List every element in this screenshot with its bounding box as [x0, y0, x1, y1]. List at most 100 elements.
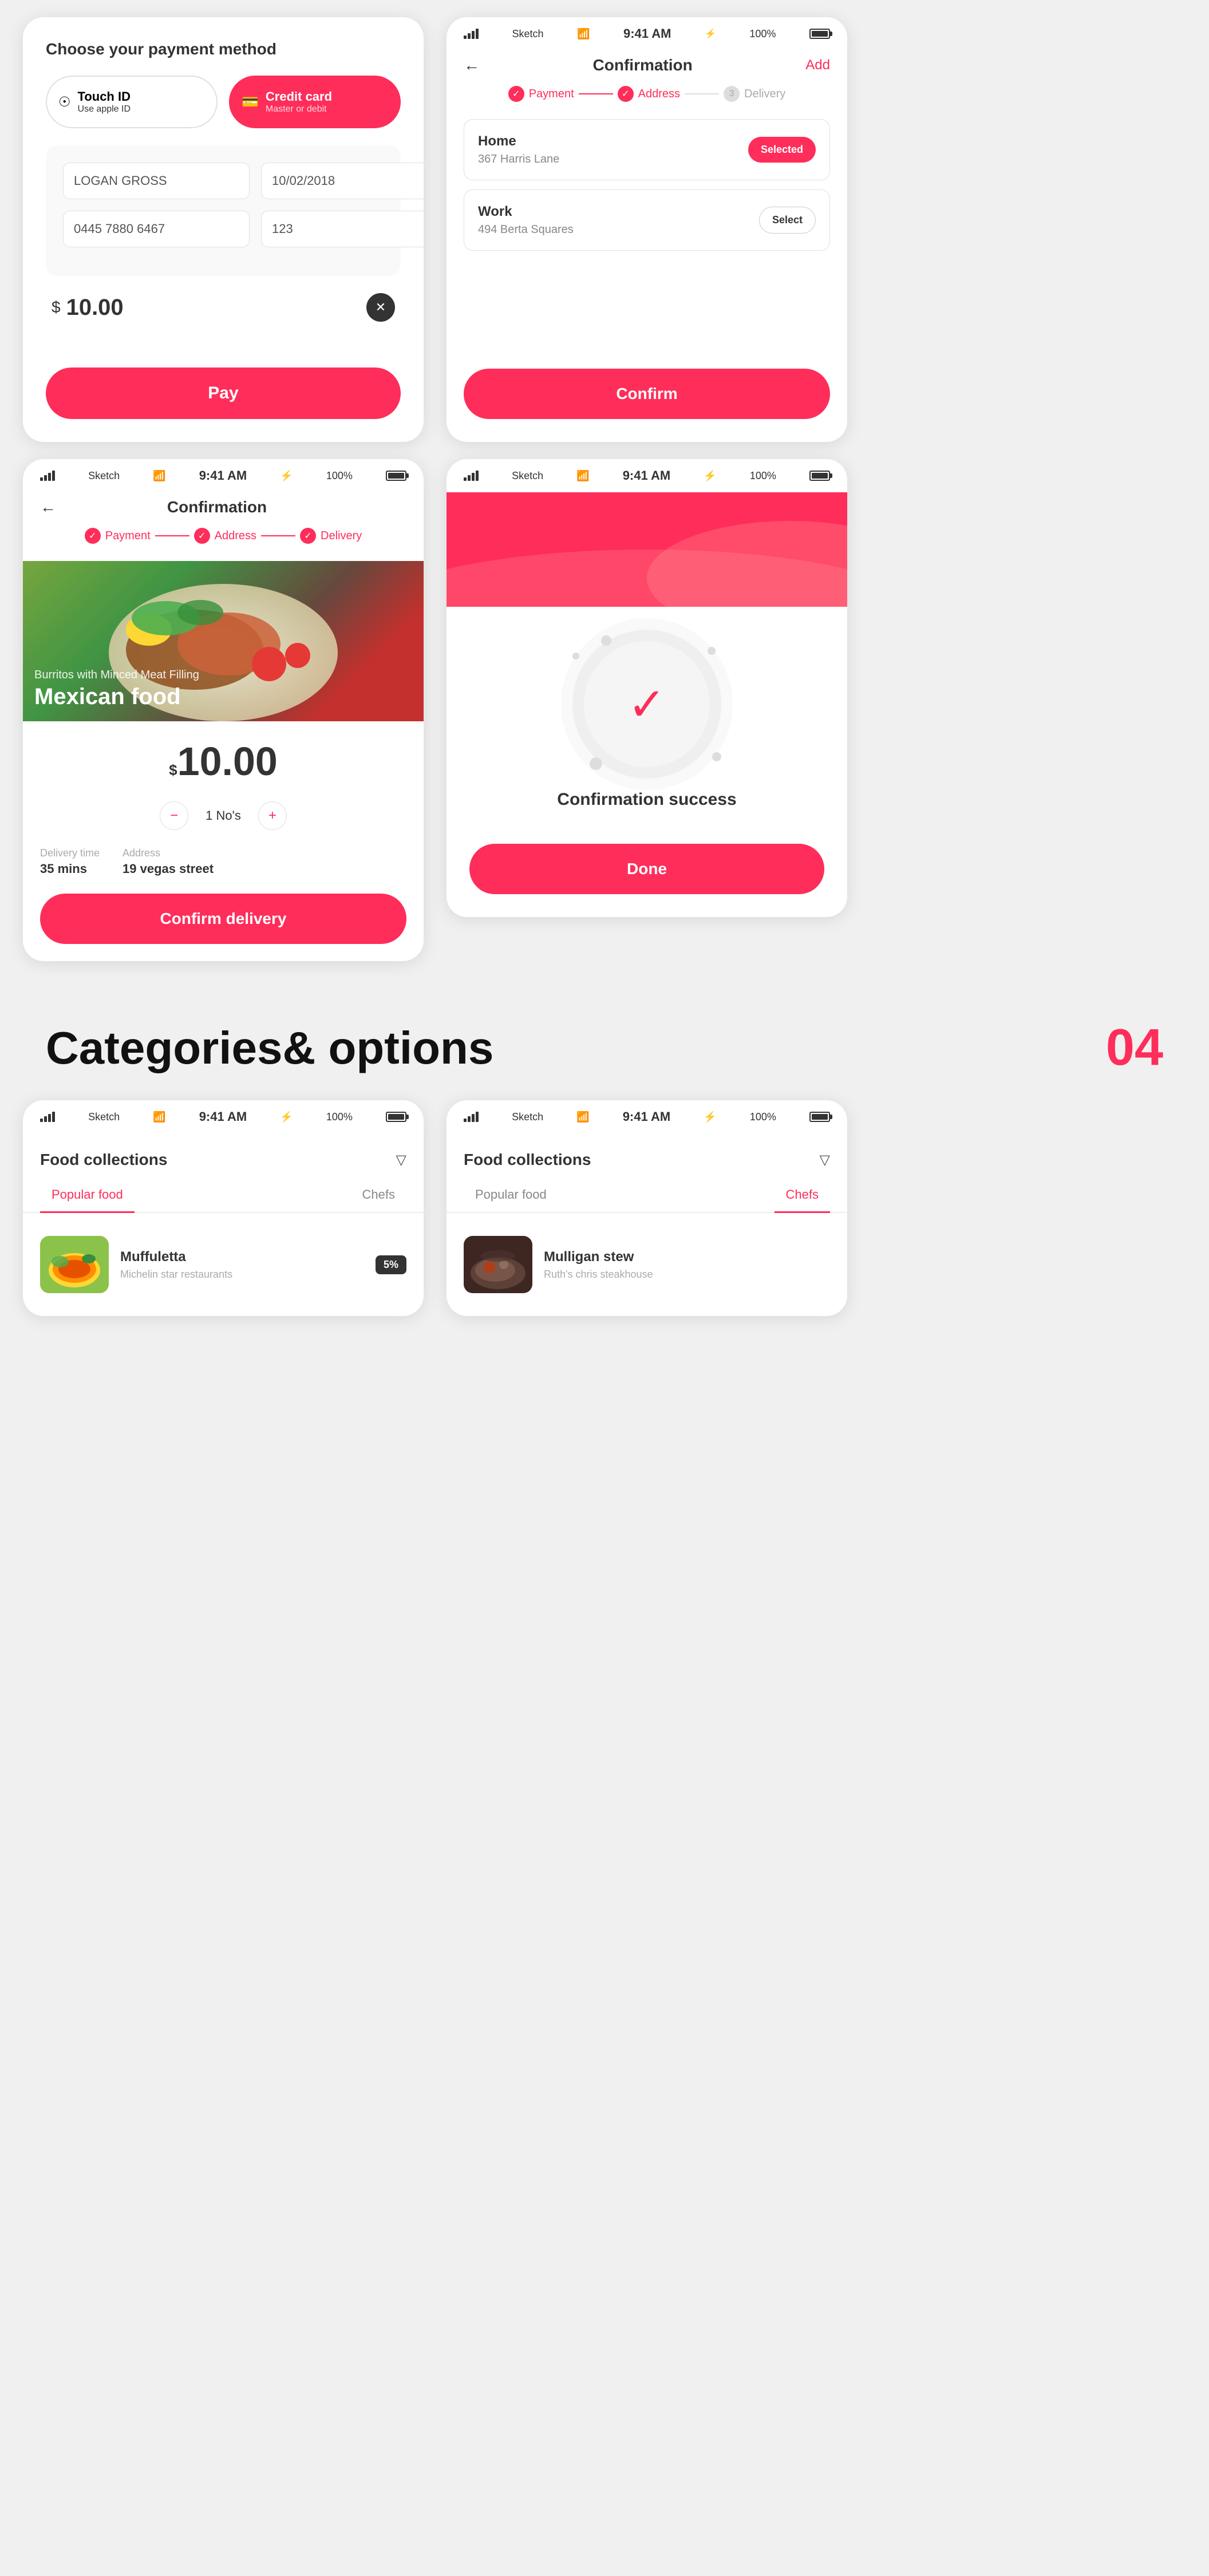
- address-home-item: Home 367 Harris Lane Selected: [464, 119, 830, 180]
- touch-id-button[interactable]: ☉ Touch ID Use apple ID: [46, 76, 218, 128]
- card-icon: 💳: [242, 94, 259, 110]
- bat-4: 100%: [326, 1111, 353, 1123]
- tab-chefs-right[interactable]: Chefs: [775, 1178, 830, 1213]
- delivery-time-item: Delivery time 35 mins: [40, 847, 100, 876]
- touch-id-info: Touch ID Use apple ID: [78, 89, 131, 114]
- address-step-label: Address: [638, 88, 680, 101]
- signal-bar-2: [468, 33, 471, 39]
- done-button[interactable]: Done: [469, 844, 824, 894]
- step-delivery: 3 Delivery: [724, 86, 785, 102]
- sb1-4: [40, 1119, 43, 1122]
- cardholder-name-input[interactable]: [63, 163, 250, 199]
- mulligan-thumb: [464, 1236, 532, 1293]
- signal-bars-4: [40, 1112, 55, 1122]
- muffuletta-thumb: [40, 1236, 109, 1293]
- sb4-3: [476, 471, 479, 481]
- food-collection-phone-left: Sketch 📶 9:41 AM ⚡ 100% Food collections…: [23, 1100, 424, 1316]
- food-details: $ 10.00 − 1 No's + Delivery time 35 mins…: [23, 721, 424, 961]
- confirm-delivery-button[interactable]: Confirm delivery: [40, 894, 406, 944]
- bluetooth-3: ⚡: [704, 470, 716, 482]
- battery-fill: [812, 31, 828, 37]
- sb2-4: [44, 1116, 47, 1122]
- status-time: 9:41 AM: [623, 26, 671, 41]
- dot-1: [601, 635, 611, 646]
- success-body: ✓ Confirmation success Done: [447, 607, 847, 917]
- status-bar-2: Sketch 📶 9:41 AM ⚡ 100%: [23, 459, 424, 492]
- payment-label-2: Payment: [105, 530, 151, 543]
- dot-3: [590, 757, 602, 770]
- delivery-check: 3: [724, 86, 740, 102]
- wifi-4: 📶: [153, 1111, 165, 1123]
- price-row: $ 10.00 ✕: [46, 293, 401, 322]
- tab-popular-food-left[interactable]: Popular food: [40, 1178, 135, 1213]
- tab-chefs-left[interactable]: Chefs: [351, 1178, 406, 1213]
- battery-fill-2: [388, 473, 404, 479]
- food-image: Burritos with Minced Meat Filling Mexica…: [23, 561, 424, 721]
- mulligan-info: Mulligan stew Ruth's chris steakhouse: [544, 1249, 830, 1281]
- mulligan-svg: [464, 1236, 532, 1293]
- price-value: 10.00: [66, 295, 124, 321]
- step-line-4: [261, 535, 295, 536]
- sb1: [40, 477, 43, 481]
- section-title: Categories& options: [46, 1022, 493, 1074]
- payment-methods: ☉ Touch ID Use apple ID 💳 Credit card Ma…: [46, 76, 401, 128]
- muffuletta-sub: Michelin star restaurants: [120, 1269, 364, 1281]
- muffuletta-svg: [40, 1236, 109, 1293]
- signal-bars: [464, 29, 479, 39]
- battery-2: 100%: [326, 470, 353, 482]
- fingerprint-icon: ☉: [58, 94, 71, 110]
- nav-title-2: Confirmation: [167, 498, 267, 516]
- address-list: Home 367 Harris Lane Selected Work 494 B…: [447, 119, 847, 277]
- battery-icon: [809, 29, 830, 39]
- card-number-input[interactable]: [63, 211, 250, 247]
- quantity-minus-button[interactable]: −: [160, 801, 188, 830]
- signal-bar-4: [476, 29, 479, 39]
- address-work-item: Work 494 Berta Squares Select: [464, 189, 830, 251]
- bat-5: 100%: [750, 1111, 776, 1123]
- food-price-value: 10.00: [177, 738, 278, 784]
- wifi-icon-2: 📶: [153, 470, 165, 482]
- work-select-button[interactable]: Select: [759, 207, 816, 234]
- status-time-4: 9:41 AM: [199, 1109, 247, 1124]
- address-check: ✓: [618, 86, 634, 102]
- signal-bars-5: [464, 1112, 479, 1122]
- filter-icon-right[interactable]: ▽: [820, 1152, 830, 1168]
- close-button[interactable]: ✕: [366, 293, 395, 322]
- credit-card-button[interactable]: 💳 Credit card Master or debit: [229, 76, 401, 128]
- bluetooth-2: ⚡: [280, 470, 293, 482]
- spacer: [447, 277, 847, 357]
- home-selected-button[interactable]: Selected: [748, 137, 816, 163]
- pay-button[interactable]: Pay: [46, 368, 401, 419]
- middle-section: Sketch 📶 9:41 AM ⚡ 100% ← Confirmation ✓…: [0, 459, 1209, 984]
- bf-4: [388, 1114, 404, 1120]
- payment-title: Choose your payment method: [46, 40, 401, 58]
- delivery-time-label: Delivery time: [40, 847, 100, 859]
- confirmation-address-phone: Sketch 📶 9:41 AM ⚡ 100% ← Confirmation A…: [447, 17, 847, 442]
- step-address-2: ✓ Address: [194, 528, 256, 544]
- step-delivery-2: ✓ Delivery: [300, 528, 362, 544]
- add-button[interactable]: Add: [805, 57, 830, 73]
- touch-id-sub: Use apple ID: [78, 104, 131, 114]
- dot-4: [708, 647, 716, 655]
- confirm-button[interactable]: Confirm: [464, 369, 830, 419]
- filter-icon-left[interactable]: ▽: [396, 1152, 406, 1168]
- steps-bar-2: ✓ Payment ✓ Address ✓ Delivery: [23, 528, 424, 561]
- tab-popular-food-right[interactable]: Popular food: [464, 1178, 558, 1213]
- tabs-row-left: Popular food Chefs: [23, 1178, 424, 1213]
- back-button[interactable]: ←: [464, 56, 480, 74]
- success-title: Confirmation success: [557, 790, 736, 809]
- signal-bars-3: [464, 471, 479, 481]
- address-value-info: 19 vegas street: [123, 862, 214, 876]
- sketch-label-4: Sketch: [88, 1111, 120, 1123]
- section-number: 04: [1106, 1018, 1163, 1077]
- address-check-2: ✓: [194, 528, 210, 544]
- address-work-info: Work 494 Berta Squares: [478, 204, 574, 236]
- top-section: Choose your payment method ☉ Touch ID Us…: [0, 0, 1209, 459]
- back-button-2[interactable]: ←: [40, 498, 56, 516]
- muffuletta-name: Muffuletta: [120, 1249, 364, 1265]
- success-checkmark: ✓: [627, 678, 666, 731]
- card-cvv-input[interactable]: [261, 211, 424, 247]
- quantity-plus-button[interactable]: +: [258, 801, 287, 830]
- card-expiry-input[interactable]: [261, 163, 424, 199]
- signal-bar-3: [472, 31, 475, 39]
